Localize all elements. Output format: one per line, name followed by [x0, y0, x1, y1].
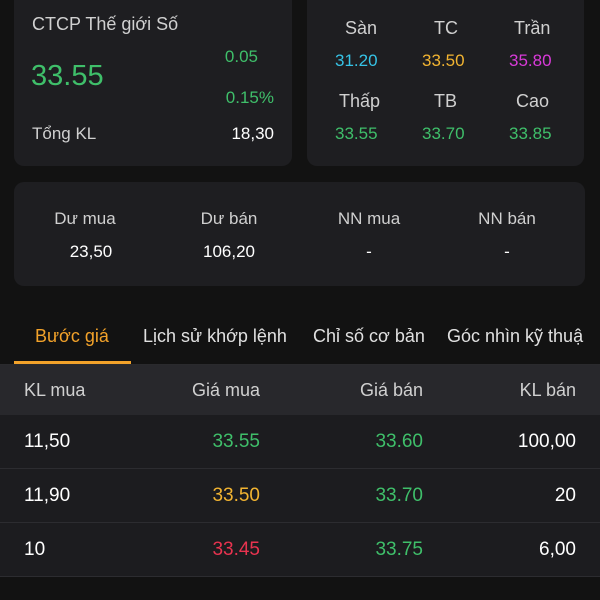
table-row[interactable]: 11,50 33.55 33.60 100,00	[0, 415, 600, 468]
quote-card: CTCP Thế giới Số 33.55 0.05 0.15% Tổng K…	[14, 0, 292, 166]
ceiling-value: 35.80	[509, 51, 552, 70]
total-volume-label: Tổng KL	[32, 124, 97, 143]
floor-value: 31.20	[335, 51, 378, 70]
bid-volume: 11,50	[24, 431, 71, 452]
ask-price: 33.75	[375, 539, 423, 560]
ask-price: 33.70	[375, 485, 423, 506]
buy-surplus-label: Dư mua	[54, 209, 116, 228]
row-divider	[0, 576, 600, 577]
table-row[interactable]: 11,90 33.50 33.70 20	[0, 469, 600, 522]
reference-label: TC	[434, 18, 458, 38]
ask-price: 33.60	[375, 431, 423, 452]
bid-volume: 10	[24, 539, 46, 560]
header-bid-volume: KL mua	[24, 380, 86, 400]
tab-price-steps[interactable]: Bước giá	[35, 326, 109, 347]
ask-volume: 20	[554, 485, 576, 506]
low-label: Thấp	[339, 91, 381, 111]
ceiling-label: Trần	[514, 18, 551, 38]
header-ask-price: Giá bán	[359, 380, 423, 400]
foreign-sell-value: -	[504, 242, 510, 261]
price-change: 0.05	[224, 47, 258, 66]
sell-surplus-label: Dư bán	[200, 209, 258, 228]
ask-volume: 6,00	[539, 539, 576, 560]
average-value: 33.70	[422, 124, 465, 143]
header-ask-volume: KL bán	[519, 380, 576, 400]
average-label: TB	[434, 91, 458, 111]
bid-volume: 11,90	[24, 485, 71, 506]
table-row[interactable]: 10 33.45 33.75 6,00	[0, 523, 600, 576]
foreign-buy-value: -	[366, 242, 372, 261]
order-book-header: KL mua Giá mua Giá bán KL bán	[0, 365, 600, 415]
total-volume-value: 18,30	[231, 124, 274, 143]
last-price: 33.55	[31, 60, 104, 92]
price-change-percent: 0.15%	[225, 88, 274, 107]
sell-surplus-value: 106,20	[203, 242, 255, 261]
foreign-sell-label: NN bán	[478, 209, 536, 228]
orders-summary-card: Dư mua 23,50 Dư bán 106,20 NN mua - NN b…	[14, 182, 585, 286]
high-label: Cao	[516, 91, 550, 111]
high-value: 33.85	[509, 124, 552, 143]
buy-surplus-value: 23,50	[69, 242, 113, 261]
low-value: 33.55	[335, 124, 378, 143]
reference-value: 33.50	[422, 51, 465, 70]
tab-fundamentals[interactable]: Chỉ số cơ bản	[313, 326, 425, 347]
company-name: CTCP Thế giới Số	[32, 14, 179, 34]
ask-volume: 100,00	[517, 431, 576, 452]
reference-prices-card: Sàn TC Trần 31.20 33.50 35.80 Thấp TB Ca…	[307, 0, 584, 166]
floor-label: Sàn	[345, 18, 378, 38]
tab-match-history[interactable]: Lịch sử khớp lệnh	[143, 326, 287, 347]
tab-technical-view[interactable]: Góc nhìn kỹ thuậ	[447, 326, 583, 347]
bid-price: 33.55	[212, 431, 260, 452]
bid-price: 33.50	[212, 485, 260, 506]
header-bid-price: Giá mua	[191, 380, 260, 400]
bid-price: 33.45	[212, 539, 260, 560]
foreign-buy-label: NN mua	[337, 209, 401, 228]
